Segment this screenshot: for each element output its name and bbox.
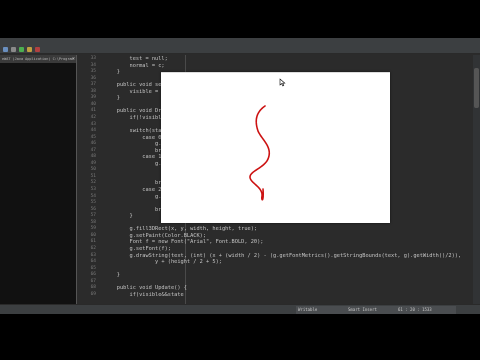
line-number: 50 xyxy=(90,167,96,173)
game-canvas[interactable] xyxy=(161,73,390,223)
code-line: g.drawString(text, (int) (x + (width / 2… xyxy=(104,252,462,259)
new-file-icon[interactable] xyxy=(3,47,8,52)
line-number: 43 xyxy=(90,121,96,127)
stop-icon[interactable] xyxy=(35,47,40,52)
line-number: 46 xyxy=(90,141,96,147)
line-number: 34 xyxy=(90,62,96,68)
code-line: visible = i; xyxy=(104,88,168,95)
code-line: g.fill3DRect(x, y, width, height, true); xyxy=(104,226,258,233)
debug-icon[interactable] xyxy=(27,47,32,52)
code-line: normal = c; xyxy=(104,62,165,69)
code-line: case 2: xyxy=(104,187,165,193)
line-number: 49 xyxy=(90,160,96,166)
code-line: case 1: xyxy=(104,154,165,161)
close-icon[interactable]: × xyxy=(72,55,75,63)
game-window[interactable] xyxy=(161,72,390,223)
line-number: 35 xyxy=(90,69,96,75)
line-number: 61 xyxy=(90,239,96,245)
line-number: 66 xyxy=(90,272,96,278)
code-line: g.setFont(f); xyxy=(104,245,171,252)
save-icon[interactable] xyxy=(11,47,16,52)
line-number: 62 xyxy=(90,245,96,251)
line-number: 54 xyxy=(90,193,96,199)
line-number: 60 xyxy=(90,232,96,238)
red-wavy-line xyxy=(249,105,270,201)
line-number: 63 xyxy=(90,252,96,258)
console-title: eWAT (Java Application) C:\Program Files… xyxy=(0,55,76,63)
code-line: public void Update() { xyxy=(104,285,187,292)
line-number: 39 xyxy=(90,95,96,101)
code-line: test = null; xyxy=(104,56,168,62)
line-number: 48 xyxy=(90,154,96,160)
line-number: 38 xyxy=(90,88,96,94)
status-writable: Writable xyxy=(296,306,346,314)
line-number: 67 xyxy=(90,278,96,284)
line-number: 58 xyxy=(90,219,96,225)
console-panel: eWAT (Java Application) C:\Program Files… xyxy=(0,55,77,304)
line-number: 33 xyxy=(90,56,96,61)
code-line: y + (height / 2 + 5); xyxy=(104,259,222,266)
line-number: 40 xyxy=(90,101,96,107)
line-number: 56 xyxy=(90,206,96,212)
line-number: 55 xyxy=(90,200,96,206)
run-icon[interactable] xyxy=(19,47,24,52)
code-line: if(visible&&state xyxy=(104,291,184,298)
line-number: 68 xyxy=(90,285,96,291)
line-number: 36 xyxy=(90,75,96,81)
code-line: Font f = new Font("Arial", Font.BOLD, 20… xyxy=(104,239,264,246)
code-line: } xyxy=(104,95,120,102)
code-line: if(!visible) xyxy=(104,114,168,121)
line-number: 41 xyxy=(90,108,96,114)
line-number: 37 xyxy=(90,82,96,88)
code-line: g.setPaint(Color.BLACK); xyxy=(104,232,207,239)
code-line: } xyxy=(104,213,133,220)
line-number: 51 xyxy=(90,173,96,179)
code-line: } xyxy=(104,69,120,76)
scrollbar-thumb[interactable] xyxy=(474,68,479,108)
line-number: 52 xyxy=(90,180,96,186)
line-number: 65 xyxy=(90,265,96,271)
line-number: 44 xyxy=(90,128,96,134)
status-cursor-position: 61 : 20 : 1533 xyxy=(396,306,456,314)
line-number: 57 xyxy=(90,213,96,219)
code-line: } xyxy=(104,272,120,279)
code-line: case 0: xyxy=(104,134,165,141)
mouse-cursor-icon xyxy=(279,78,286,87)
menu-bar[interactable] xyxy=(0,38,480,46)
line-number: 59 xyxy=(90,226,96,232)
line-number: 53 xyxy=(90,187,96,192)
line-number: 42 xyxy=(90,114,96,120)
line-number: 45 xyxy=(90,134,96,140)
line-number: 64 xyxy=(90,259,96,265)
line-number: 47 xyxy=(90,147,96,153)
status-bar: Writable Smart Insert 61 : 20 : 1533 xyxy=(0,304,480,314)
line-number: 69 xyxy=(90,291,96,297)
status-insert-mode: Smart Insert xyxy=(346,306,396,314)
toolbar xyxy=(0,46,480,54)
